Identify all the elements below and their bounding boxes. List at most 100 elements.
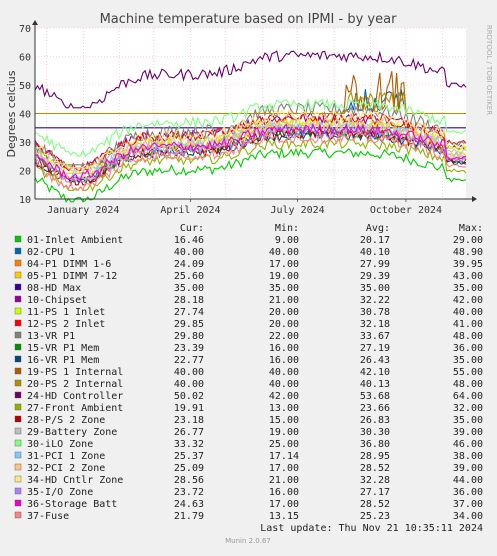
legend-series-name: 27-Front Ambient <box>27 403 123 414</box>
legend-max-value: 36.00 <box>453 343 483 354</box>
legend-swatch <box>14 307 22 315</box>
y-tick-label: 70 <box>19 24 31 35</box>
legend-min-value: 17.00 <box>269 499 299 510</box>
legend-series-name: 10-Chipset <box>27 295 87 306</box>
legend-swatch <box>14 283 22 291</box>
legend-series-name: 31-PCI 1 Zone <box>27 451 105 462</box>
legend-min-value: 21.00 <box>269 475 299 486</box>
legend-min-value: 40.00 <box>269 367 299 378</box>
legend-cur-value: 21.79 <box>174 511 204 522</box>
legend-max-value: 64.00 <box>453 391 483 402</box>
legend-max-value: 35.00 <box>453 415 483 426</box>
legend-avg-value: 25.23 <box>360 511 390 522</box>
legend-swatch <box>14 235 22 243</box>
legend-avg-value: 28.95 <box>360 451 390 462</box>
legend-min-value: 35.00 <box>269 283 299 294</box>
legend-max-value: 55.00 <box>453 367 483 378</box>
legend-avg-value: 27.99 <box>360 259 390 270</box>
legend-max-value: 39.00 <box>453 463 483 474</box>
legend-swatch <box>14 487 22 495</box>
legend-swatch <box>14 331 22 339</box>
legend-swatch <box>14 439 22 447</box>
legend-max-value: 38.00 <box>453 451 483 462</box>
legend-max-value: 35.00 <box>453 355 483 366</box>
legend-avg-value: 40.13 <box>360 379 390 390</box>
legend-max-value: 42.00 <box>453 295 483 306</box>
legend-series-name: 35-I/O Zone <box>27 487 93 498</box>
legend-cur-value: 25.37 <box>174 451 204 462</box>
legend-series-name: 36-Storage Batt <box>27 499 117 510</box>
legend-min-value: 9.00 <box>275 235 299 246</box>
legend-series-name: 13-VR P1 <box>27 331 75 342</box>
legend-series-name: 34-HD Cntlr Zone <box>27 475 123 486</box>
legend-avg-value: 42.10 <box>360 367 390 378</box>
legend-max-value: 35.00 <box>453 283 483 294</box>
legend-max-value: 36.00 <box>453 487 483 498</box>
legend-min-value: 40.00 <box>269 379 299 390</box>
legend-avg-value: 30.30 <box>360 427 390 438</box>
legend-series-name: 11-PS 1 Inlet <box>27 307 105 318</box>
y-tick-label: 50 <box>19 81 31 92</box>
legend-swatch <box>14 355 22 363</box>
legend-swatch <box>14 271 22 279</box>
legend-swatch <box>14 511 22 519</box>
legend-header: Cur: <box>180 223 204 234</box>
legend-avg-value: 36.80 <box>360 439 390 450</box>
legend-series-name: 19-PS 1 Internal <box>27 367 123 378</box>
legend-min-value: 40.00 <box>269 247 299 258</box>
y-tick-label: 30 <box>19 138 31 149</box>
legend-avg-value: 26.43 <box>360 355 390 366</box>
legend-avg-value: 26.83 <box>360 415 390 426</box>
legend-min-value: 25.00 <box>269 439 299 450</box>
legend-avg-value: 35.00 <box>360 283 390 294</box>
y-tick-label: 10 <box>19 195 31 206</box>
legend-min-value: 21.00 <box>269 295 299 306</box>
legend-avg-value: 53.68 <box>360 391 390 402</box>
legend-max-value: 40.00 <box>453 307 483 318</box>
chart-title: Machine temperature based on IPMI - by y… <box>100 12 398 27</box>
y-tick-label: 20 <box>19 167 31 178</box>
legend-swatch <box>14 475 22 483</box>
legend-series-name: 12-PS 2 Inlet <box>27 319 105 330</box>
y-axis-label: Degrees celcius <box>5 70 18 157</box>
x-tick-label: January 2024 <box>47 205 119 216</box>
legend-series-name: 05-P1 DIMM 7-12 <box>27 271 117 282</box>
legend-swatch <box>14 343 22 351</box>
legend-header: Min: <box>275 223 299 234</box>
legend-avg-value: 28.52 <box>360 499 390 510</box>
legend-max-value: 39.00 <box>453 427 483 438</box>
legend-swatch <box>14 259 22 267</box>
legend-max-value: 44.00 <box>453 475 483 486</box>
last-update-text: Last update: Thu Nov 21 10:35:11 2024 <box>260 523 483 534</box>
legend-cur-value: 50.02 <box>174 391 204 402</box>
legend-cur-value: 33.32 <box>174 439 204 450</box>
legend-cur-value: 26.77 <box>174 427 204 438</box>
legend-min-value: 17.00 <box>269 463 299 474</box>
legend-series-name: 02-CPU 1 <box>27 247 75 258</box>
legend-cur-value: 23.72 <box>174 487 204 498</box>
plot-area: 10 20 30 40 50 60 70 January 2024 April 2024 July… <box>19 20 477 216</box>
legend-cur-value: 28.18 <box>174 295 204 306</box>
legend-cur-value: 24.63 <box>174 499 204 510</box>
legend-swatch <box>14 499 22 507</box>
legend-swatch <box>14 415 22 423</box>
y-tick-label: 40 <box>19 110 31 121</box>
legend-swatch <box>14 427 22 435</box>
legend-series-name: 16-VR P1 Mem <box>27 355 99 366</box>
legend-series-name: 20-PS 2 Internal <box>27 379 123 390</box>
legend-avg-value: 29.39 <box>360 271 390 282</box>
munin-version: Munin 2.0.67 <box>225 537 271 545</box>
legend-max-value: 43.00 <box>453 271 483 282</box>
legend-avg-value: 30.78 <box>360 307 390 318</box>
legend-min-value: 13.15 <box>269 511 299 522</box>
legend-swatch <box>14 403 22 411</box>
legend-series-name: 04-P1 DIMM 1-6 <box>27 259 111 270</box>
legend-min-value: 20.00 <box>269 319 299 330</box>
munin-graph: Machine temperature based on IPMI - by y… <box>0 0 497 551</box>
legend-cur-value: 40.00 <box>174 367 204 378</box>
legend-avg-value: 27.19 <box>360 343 390 354</box>
legend-max-value: 32.00 <box>453 403 483 414</box>
legend-swatch <box>14 319 22 327</box>
legend-avg-value: 32.22 <box>360 295 390 306</box>
legend-cur-value: 19.91 <box>174 403 204 414</box>
